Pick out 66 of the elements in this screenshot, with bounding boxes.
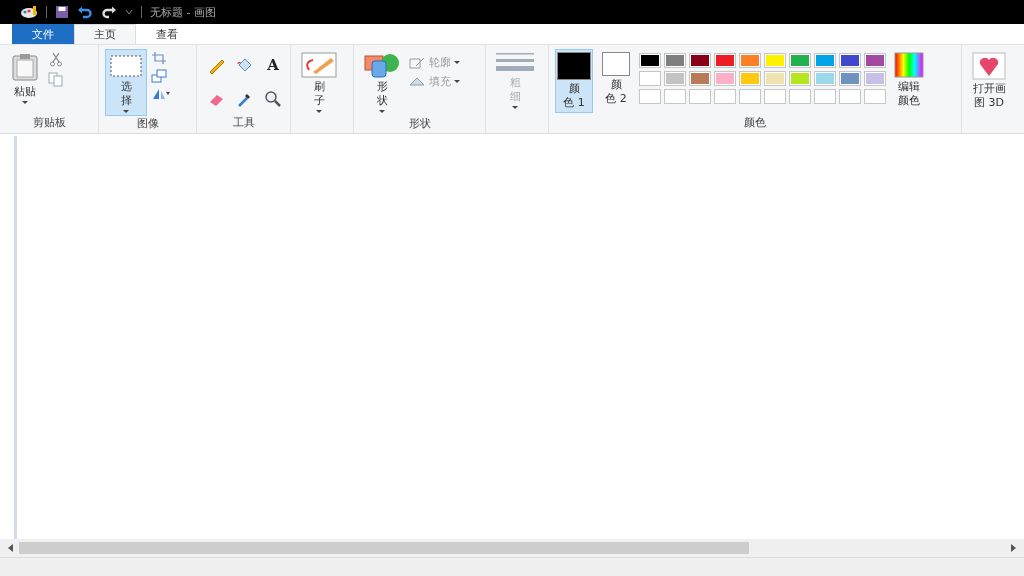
color-swatch[interactable]	[864, 71, 886, 86]
paste-button[interactable]: 粘贴	[6, 49, 44, 107]
ribbon-tab[interactable]: 文件	[12, 24, 74, 44]
color-swatch[interactable]	[864, 53, 886, 68]
rainbow-icon	[894, 52, 924, 78]
cut-icon[interactable]	[48, 51, 64, 67]
shapes-button[interactable]: 形 状	[360, 49, 404, 116]
brush-button[interactable]: 刷 子	[297, 49, 341, 116]
line-width-icon	[496, 52, 534, 74]
group-label: 形状	[408, 116, 431, 132]
color-swatch[interactable]	[789, 71, 811, 86]
caret-icon[interactable]	[125, 8, 133, 16]
color-swatch[interactable]	[714, 53, 736, 68]
color-swatch[interactable]	[639, 53, 661, 68]
empty-swatch[interactable]	[689, 89, 711, 104]
magnifier-icon[interactable]	[263, 89, 283, 109]
color-swatch[interactable]	[839, 71, 861, 86]
shapes-icon	[364, 52, 400, 78]
clipboard-icon	[10, 52, 40, 82]
paint-3d-button[interactable]: 打开画 图 3D	[968, 49, 1010, 113]
brush-icon	[301, 52, 337, 78]
color-swatch[interactable]	[664, 53, 686, 68]
empty-swatch[interactable]	[814, 89, 836, 104]
color-swatch[interactable]	[764, 53, 786, 68]
color-swatch[interactable]	[739, 71, 761, 86]
group-label: 工具	[232, 115, 255, 131]
empty-swatch[interactable]	[739, 89, 761, 104]
color-swatch[interactable]	[739, 53, 761, 68]
empty-swatch[interactable]	[839, 89, 861, 104]
empty-swatch[interactable]	[864, 89, 886, 104]
empty-swatch[interactable]	[639, 89, 661, 104]
select-button[interactable]: 选 择	[105, 49, 147, 116]
empty-swatch[interactable]	[764, 89, 786, 104]
empty-swatch[interactable]	[789, 89, 811, 104]
group-label: 剪贴板	[32, 115, 66, 131]
color-1-button[interactable]: 颜 色 1	[555, 49, 593, 113]
outline-icon	[408, 55, 426, 70]
color-swatch[interactable]	[839, 53, 861, 68]
color-swatch[interactable]	[814, 53, 836, 68]
group-label: 颜色	[744, 115, 766, 131]
paint-palette-icon[interactable]	[20, 5, 38, 19]
empty-swatch[interactable]	[664, 89, 686, 104]
crop-icon[interactable]	[151, 51, 167, 65]
color-swatch[interactable]	[789, 53, 811, 68]
color-2-button[interactable]: 颜 色 2	[597, 49, 635, 109]
window-title: 无标题 - 画图	[150, 4, 216, 20]
color-swatch[interactable]	[639, 71, 661, 86]
group-label: 图像	[136, 116, 159, 132]
ribbon-tab[interactable]: 主页	[74, 24, 136, 44]
edit-colors-button[interactable]: 编辑 颜色	[890, 49, 928, 111]
color-swatch[interactable]	[689, 53, 711, 68]
save-icon[interactable]	[55, 5, 69, 19]
redo-icon[interactable]	[101, 5, 117, 19]
dashed-rectangle-icon	[109, 54, 143, 78]
copy-icon[interactable]	[48, 71, 64, 87]
rotate-icon[interactable]	[151, 87, 171, 101]
resize-icon[interactable]	[151, 69, 167, 83]
color-swatch[interactable]	[714, 71, 736, 86]
color-swatch[interactable]	[764, 71, 786, 86]
color-swatch[interactable]	[814, 71, 836, 86]
empty-swatch[interactable]	[714, 89, 736, 104]
horizontal-scrollbar[interactable]	[0, 539, 1024, 557]
undo-icon[interactable]	[77, 5, 93, 19]
color-swatch[interactable]	[689, 71, 711, 86]
text-tool-button[interactable]: A	[263, 55, 283, 75]
color-swatch[interactable]	[664, 71, 686, 86]
